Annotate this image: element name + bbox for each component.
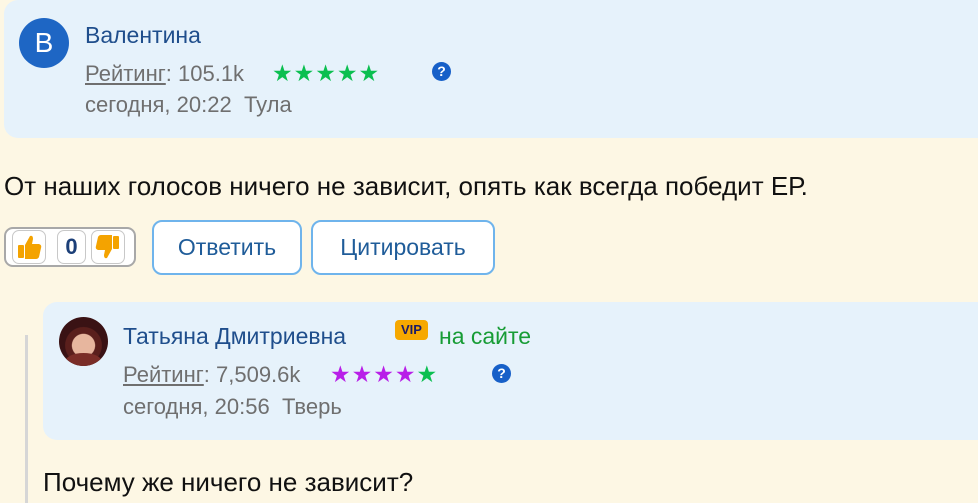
thumbs-down-icon (95, 235, 119, 259)
help-icon[interactable]: ? (432, 62, 451, 81)
dislike-button[interactable] (91, 230, 125, 264)
timestamp: сегодня, 20:22 (85, 92, 232, 117)
vip-badge: VIP (395, 320, 428, 340)
rating-stars-green: ★ (416, 361, 439, 387)
timestamp: сегодня, 20:56 (123, 394, 270, 419)
rating-stars: ★★★★★ (272, 60, 381, 86)
avatar[interactable]: В (19, 18, 69, 68)
author-name[interactable]: Татьяна Дмитриевна (123, 323, 346, 350)
rating-stars-purple: ★★★★ (330, 361, 417, 387)
location: Тула (243, 92, 292, 117)
like-button[interactable] (12, 230, 46, 264)
rating-stars: ★★★★★ (330, 361, 438, 388)
location: Тверь (281, 394, 342, 419)
avatar[interactable] (59, 317, 108, 366)
reply-button[interactable]: Ответить (152, 220, 302, 275)
rating-link[interactable]: Рейтинг (123, 362, 204, 387)
rating-value: : 7,509.6k (203, 362, 301, 387)
rating-line: Рейтинг: 7,509.6k (123, 362, 300, 388)
timestamp-location: сегодня, 20:22 Тула (85, 92, 292, 118)
quote-button[interactable]: Цитировать (311, 220, 495, 275)
thread-line (25, 335, 28, 503)
vote-count: 0 (57, 230, 86, 264)
thumbs-up-icon (18, 235, 42, 259)
comment-text: Почему же ничего не зависит? (43, 467, 414, 497)
timestamp-location: сегодня, 20:56 Тверь (123, 394, 342, 420)
help-icon[interactable]: ? (492, 364, 511, 383)
author-name[interactable]: Валентина (85, 22, 201, 49)
rating-link[interactable]: Рейтинг (85, 61, 166, 86)
rating-value: : 105.1k (165, 61, 245, 86)
comment-text: От наших голосов ничего не зависит, опят… (4, 171, 808, 201)
online-status: на сайте (439, 323, 532, 349)
rating-line: Рейтинг: 105.1k (85, 61, 244, 87)
